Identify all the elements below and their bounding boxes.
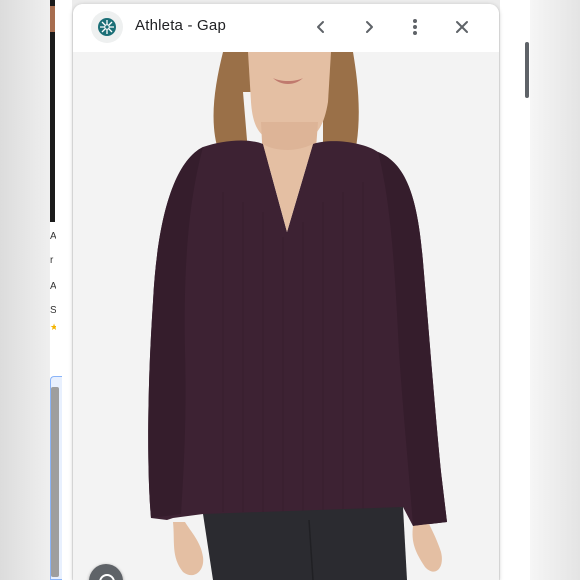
site-title[interactable]: Athleta - Gap [135,17,226,34]
more-options-button[interactable] [400,12,430,42]
chevron-right-icon [366,21,373,33]
background-page-left [0,0,50,580]
scrollbar-thumb[interactable] [525,42,529,98]
more-vert-icon [413,19,417,35]
product-photo [73,52,499,580]
chevron-left-icon [317,21,324,33]
next-image-button[interactable] [354,12,384,42]
preview-header: Athleta - Gap [73,4,499,52]
athleta-logo-icon [98,18,116,36]
close-icon [456,21,468,33]
background-text-fragment: r [50,256,54,266]
background-text-fragment: A [50,232,56,242]
selected-result-card[interactable] [50,376,62,580]
preview-image[interactable] [73,52,499,580]
image-preview-panel: Athleta - Gap [73,4,499,580]
rating-star-icon: ★ [50,322,56,332]
site-favicon[interactable] [91,11,123,43]
background-text-fragment: S [50,306,56,316]
close-button[interactable] [447,12,477,42]
background-text-fragment: A [50,282,56,292]
background-thumbnail[interactable] [50,0,55,222]
background-gradient [530,0,580,580]
previous-image-button[interactable] [306,12,336,42]
